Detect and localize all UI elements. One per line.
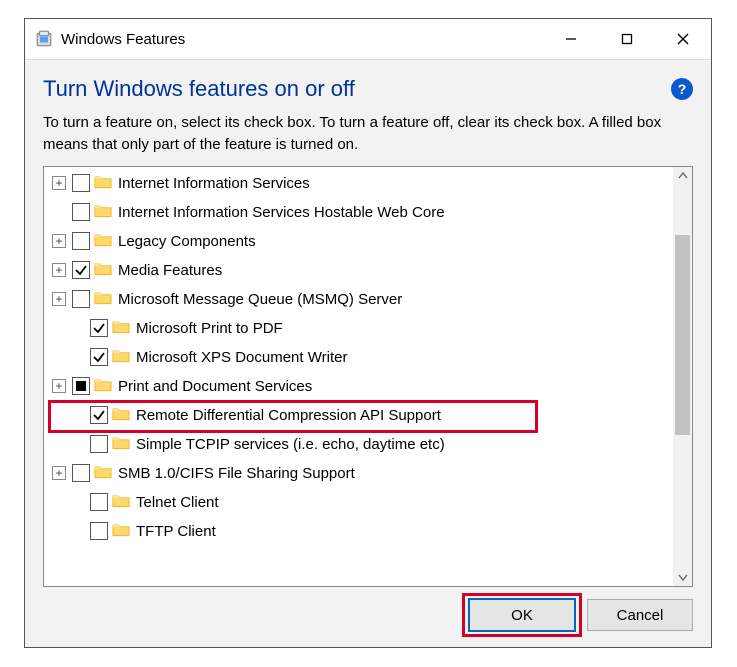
folder-icon (112, 493, 136, 512)
folder-icon (94, 232, 118, 251)
expand-icon[interactable]: + (52, 292, 66, 306)
expand-spacer (52, 350, 66, 364)
folder-icon (112, 435, 136, 454)
expand-icon[interactable]: + (52, 234, 66, 248)
close-button[interactable] (655, 19, 711, 59)
feature-checkbox[interactable] (90, 319, 108, 337)
folder-icon (112, 522, 136, 541)
feature-checkbox[interactable] (90, 493, 108, 511)
feature-label: Microsoft Message Queue (MSMQ) Server (118, 291, 402, 308)
scroll-thumb[interactable] (675, 235, 690, 435)
feature-label: Print and Document Services (118, 378, 312, 395)
feature-checkbox[interactable] (90, 406, 108, 424)
folder-icon (94, 174, 118, 193)
feature-label: SMB 1.0/CIFS File Sharing Support (118, 465, 355, 482)
expand-icon[interactable]: + (52, 176, 66, 190)
feature-item[interactable]: TFTP Client (44, 517, 672, 546)
expand-spacer (52, 205, 66, 219)
feature-checkbox[interactable] (90, 348, 108, 366)
feature-checkbox[interactable] (90, 522, 108, 540)
feature-label: Simple TCPIP services (i.e. echo, daytim… (136, 436, 445, 453)
scroll-up-icon[interactable] (673, 167, 692, 185)
expand-spacer (52, 495, 66, 509)
folder-icon (112, 406, 136, 425)
scroll-track[interactable] (673, 185, 692, 569)
feature-item[interactable]: Simple TCPIP services (i.e. echo, daytim… (44, 430, 672, 459)
folder-icon (112, 348, 136, 367)
expand-icon[interactable]: + (52, 379, 66, 393)
minimize-button[interactable] (543, 19, 599, 59)
feature-item[interactable]: Microsoft XPS Document Writer (44, 343, 672, 372)
expand-icon[interactable]: + (52, 263, 66, 277)
feature-item[interactable]: + Internet Information Services (44, 169, 672, 198)
scrollbar[interactable] (673, 167, 692, 587)
feature-item[interactable]: Internet Information Services Hostable W… (44, 198, 672, 227)
feature-label: Microsoft XPS Document Writer (136, 349, 347, 366)
main-instruction: Turn Windows features on or off (43, 76, 355, 102)
feature-label: Microsoft Print to PDF (136, 320, 283, 337)
feature-checkbox[interactable] (72, 464, 90, 482)
expand-spacer (52, 524, 66, 538)
window-controls (543, 19, 711, 59)
feature-item[interactable]: Telnet Client (44, 488, 672, 517)
app-icon (35, 30, 53, 48)
feature-item[interactable]: + Print and Document Services (44, 372, 672, 401)
feature-label: Internet Information Services Hostable W… (118, 204, 445, 221)
expand-spacer (52, 437, 66, 451)
folder-icon (94, 290, 118, 309)
feature-item[interactable]: Microsoft Print to PDF (44, 314, 672, 343)
feature-label: Media Features (118, 262, 222, 279)
scroll-down-icon[interactable] (673, 568, 692, 586)
feature-checkbox[interactable] (72, 174, 90, 192)
folder-icon (94, 377, 118, 396)
button-row: OK Cancel (43, 599, 693, 633)
ok-button[interactable]: OK (469, 599, 575, 631)
feature-label: Legacy Components (118, 233, 256, 250)
expand-spacer (52, 408, 66, 422)
feature-checkbox[interactable] (72, 232, 90, 250)
maximize-button[interactable] (599, 19, 655, 59)
feature-item[interactable]: + Microsoft Message Queue (MSMQ) Server (44, 285, 672, 314)
feature-label: Remote Differential Compression API Supp… (136, 407, 441, 424)
feature-item[interactable]: Remote Differential Compression API Supp… (44, 401, 672, 430)
expand-icon[interactable]: + (52, 466, 66, 480)
ok-label: OK (511, 607, 533, 624)
feature-label: TFTP Client (136, 523, 216, 540)
folder-icon (112, 319, 136, 338)
feature-checkbox[interactable] (72, 261, 90, 279)
feature-label: Internet Information Services (118, 175, 310, 192)
feature-checkbox[interactable] (72, 290, 90, 308)
features-listbox: + Internet Information Services Internet I… (43, 166, 693, 588)
window-title: Windows Features (61, 31, 185, 48)
client-area: Turn Windows features on or off ? To tur… (25, 60, 711, 647)
cancel-label: Cancel (617, 607, 664, 624)
feature-checkbox[interactable] (72, 377, 90, 395)
cancel-button[interactable]: Cancel (587, 599, 693, 631)
feature-checkbox[interactable] (90, 435, 108, 453)
description-text: To turn a feature on, select its check b… (43, 112, 693, 156)
expand-spacer (52, 321, 66, 335)
header-row: Turn Windows features on or off ? (43, 76, 693, 102)
feature-checkbox[interactable] (72, 203, 90, 221)
help-icon[interactable]: ? (671, 78, 693, 100)
feature-item[interactable]: + SMB 1.0/CIFS File Sharing Support (44, 459, 672, 488)
feature-item[interactable]: + Media Features (44, 256, 672, 285)
title-bar[interactable]: Windows Features (25, 19, 711, 60)
feature-item[interactable]: + Legacy Components (44, 227, 672, 256)
window-frame: Windows Features Turn Windows features o… (24, 18, 712, 648)
features-tree[interactable]: + Internet Information Services Internet I… (44, 167, 672, 587)
folder-icon (94, 261, 118, 280)
feature-label: Telnet Client (136, 494, 219, 511)
folder-icon (94, 203, 118, 222)
folder-icon (94, 464, 118, 483)
